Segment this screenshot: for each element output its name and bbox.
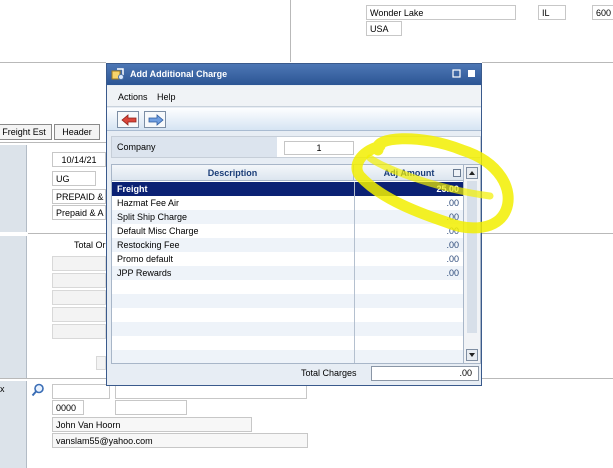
vertical-scrollbar[interactable] — [463, 165, 480, 363]
close-icon[interactable] — [467, 69, 476, 78]
description-column-header[interactable]: Description — [112, 165, 354, 181]
total-field[interactable] — [52, 307, 106, 322]
divider — [28, 233, 106, 234]
filter-icon[interactable] — [453, 169, 461, 177]
back-arrow-icon — [121, 114, 137, 126]
order-date-field[interactable]: 10/14/21 — [52, 152, 106, 167]
table-row[interactable]: JPP Rewards .00 — [112, 266, 463, 280]
charges-grid: Description Adj Amount Freight 25.00 Haz… — [111, 164, 481, 364]
charge-description: Default Misc Charge — [117, 226, 199, 236]
minimize-icon[interactable] — [452, 69, 461, 78]
total-charges-label: Total Charges — [301, 368, 357, 378]
empty-row — [112, 294, 463, 308]
back-button[interactable] — [117, 111, 139, 128]
total-field[interactable] — [52, 273, 106, 288]
search-icon[interactable] — [31, 383, 45, 397]
charge-description: Freight — [117, 184, 148, 194]
customer-search-field[interactable] — [115, 384, 307, 399]
scroll-up-icon[interactable] — [466, 167, 478, 179]
empty-row — [112, 280, 463, 294]
charge-description: Restocking Fee — [117, 240, 180, 250]
divider — [0, 62, 106, 63]
customer-extra-field[interactable] — [115, 400, 187, 415]
customer-id-field[interactable] — [52, 384, 110, 399]
charge-amount[interactable]: .00 — [355, 252, 459, 266]
left-panel — [0, 381, 27, 468]
customer-email-field[interactable]: vanslam55@yahoo.com — [52, 433, 308, 448]
terms-field[interactable]: PREPAID & — [52, 189, 106, 204]
state-field[interactable]: IL — [538, 5, 566, 20]
total-order-label: Total Or — [74, 240, 106, 250]
charge-amount[interactable]: .00 — [355, 238, 459, 252]
dialog-title: Add Additional Charge — [130, 69, 228, 79]
company-label: Company — [112, 137, 277, 157]
menu-help[interactable]: Help — [157, 92, 176, 102]
grid-body: Freight 25.00 Hazmat Fee Air .00 Split S… — [112, 182, 463, 363]
table-row[interactable]: Hazmat Fee Air .00 — [112, 196, 463, 210]
table-row[interactable]: Restocking Fee .00 — [112, 238, 463, 252]
charge-amount[interactable]: 25.00 — [355, 182, 459, 196]
empty-row — [112, 322, 463, 336]
grid-header: Description Adj Amount — [112, 165, 480, 181]
total-field[interactable] — [52, 324, 106, 339]
scroll-thumb[interactable] — [467, 181, 477, 333]
company-row: Company 1 — [111, 136, 481, 158]
dialog-menu-bar: Actions Help — [107, 86, 481, 107]
table-row[interactable]: Split Ship Charge .00 — [112, 210, 463, 224]
charge-description: Split Ship Charge — [117, 212, 188, 222]
table-row[interactable]: Freight 25.00 — [112, 182, 463, 196]
forward-button[interactable] — [144, 111, 166, 128]
zip-field[interactable]: 600 — [592, 5, 613, 20]
left-panel — [0, 236, 27, 378]
customer-code-field[interactable]: 0000 — [52, 400, 84, 415]
small-field[interactable] — [96, 356, 106, 370]
total-charges-field: .00 — [371, 366, 479, 381]
divider — [0, 142, 106, 143]
divider — [290, 0, 291, 62]
total-field[interactable] — [52, 256, 106, 271]
city-field[interactable]: Wonder Lake — [366, 5, 516, 20]
table-row[interactable]: Promo default .00 — [112, 252, 463, 266]
freight-est-button[interactable]: Freight Est — [0, 124, 52, 140]
scroll-down-icon[interactable] — [466, 349, 478, 361]
adj-amount-column-header[interactable]: Adj Amount — [355, 165, 463, 181]
company-field[interactable]: 1 — [284, 141, 354, 155]
empty-row — [112, 350, 463, 363]
terms-desc-field[interactable]: Prepaid & A — [52, 205, 106, 220]
charge-amount[interactable]: .00 — [355, 196, 459, 210]
empty-row — [112, 336, 463, 350]
dialog-toolbar — [107, 108, 481, 131]
total-field[interactable] — [52, 290, 106, 305]
menu-actions[interactable]: Actions — [118, 92, 148, 102]
header-button[interactable]: Header — [54, 124, 100, 140]
charge-description: JPP Rewards — [117, 268, 172, 278]
left-panel — [0, 145, 27, 232]
column-divider — [354, 182, 355, 363]
divider — [482, 233, 613, 234]
divider — [482, 62, 613, 63]
charge-amount[interactable]: .00 — [355, 224, 459, 238]
charge-amount[interactable]: .00 — [355, 266, 459, 280]
charge-amount[interactable]: .00 — [355, 210, 459, 224]
table-row[interactable]: Default Misc Charge .00 — [112, 224, 463, 238]
app-icon — [111, 68, 124, 81]
forward-arrow-icon — [148, 114, 164, 126]
charge-description: Hazmat Fee Air — [117, 198, 180, 208]
dialog-title-bar[interactable]: Add Additional Charge — [107, 64, 481, 85]
country-field[interactable]: USA — [366, 21, 402, 36]
charge-description: Promo default — [117, 254, 174, 264]
empty-row — [112, 308, 463, 322]
ship-via-field[interactable]: UG — [52, 171, 96, 186]
add-additional-charge-dialog: Add Additional Charge Actions Help Compa… — [106, 63, 482, 386]
label-fragment: x — [0, 384, 5, 394]
customer-name-field[interactable]: John Van Hoorn — [52, 417, 252, 432]
